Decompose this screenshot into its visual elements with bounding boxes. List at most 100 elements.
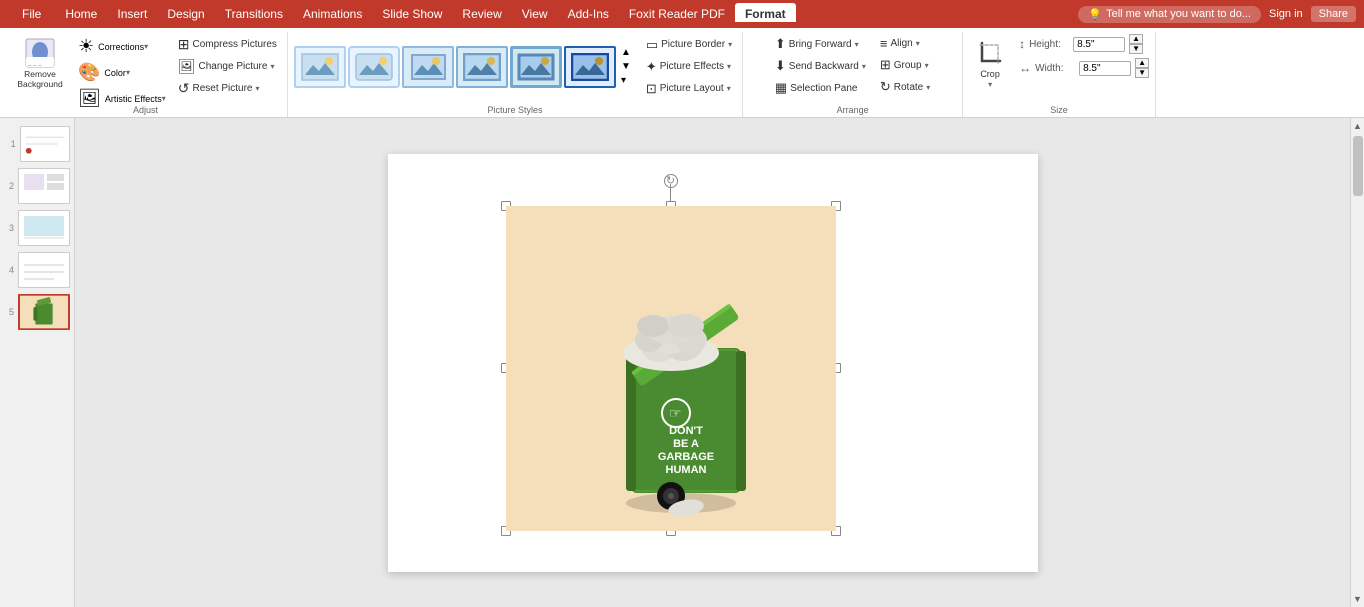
slide-thumb-4[interactable]: 4 xyxy=(4,252,70,288)
height-input[interactable] xyxy=(1073,37,1125,52)
picture-border-button[interactable]: ▭ Picture Border ▾ xyxy=(642,35,736,55)
group-dropdown[interactable]: ▾ xyxy=(925,61,929,70)
slide-canvas: ↻ xyxy=(388,154,1038,572)
menu-animations[interactable]: Animations xyxy=(293,3,372,25)
corrections-dropdown[interactable]: ▾ xyxy=(144,42,148,51)
color-button[interactable]: 🎨 Color ▾ xyxy=(74,60,170,85)
align-button[interactable]: ≡ Align ▾ xyxy=(876,34,934,53)
color-label: Color xyxy=(104,68,126,78)
picture-styles-group: ▲ ▼ ▾ ▭ Picture Border ▾ ✦ Picture Effec… xyxy=(288,32,743,117)
slide-img-3 xyxy=(18,210,70,246)
gallery-more-arrow[interactable]: ▾ xyxy=(618,74,634,87)
change-picture-dropdown[interactable]: ▾ xyxy=(270,62,274,71)
remove-background-button[interactable]: ─ ─ ─ Remove Background xyxy=(10,34,70,92)
picture-layout-icon: ⊡ xyxy=(646,81,657,97)
align-dropdown[interactable]: ▾ xyxy=(916,39,920,48)
height-spin-down[interactable]: ▼ xyxy=(1129,44,1143,54)
menu-insert[interactable]: Insert xyxy=(107,3,157,25)
crop-dropdown[interactable]: ▾ xyxy=(988,80,992,89)
slide-thumb-2[interactable]: 2 xyxy=(4,168,70,204)
scroll-up-arrow[interactable]: ▲ xyxy=(1351,118,1364,134)
share-button[interactable]: Share xyxy=(1311,6,1356,22)
slide-image: ☞ DON'T BE A GARBAGE HUMAN xyxy=(506,206,836,531)
menu-view[interactable]: View xyxy=(512,3,558,25)
lightbulb-icon: 💡 xyxy=(1088,8,1102,21)
menu-format[interactable]: Format xyxy=(735,3,796,25)
height-spin-up[interactable]: ▲ xyxy=(1129,34,1143,44)
scroll-thumb xyxy=(1353,136,1363,196)
crop-icon xyxy=(974,37,1006,69)
color-dropdown[interactable]: ▾ xyxy=(126,68,130,77)
rotate-button[interactable]: ↻ Rotate ▾ xyxy=(876,77,934,97)
menu-addins[interactable]: Add-Ins xyxy=(558,3,619,25)
bring-forward-button[interactable]: ⬆ Bring Forward ▾ xyxy=(771,34,870,54)
menu-home[interactable]: Home xyxy=(55,3,107,25)
width-icon: ↔ xyxy=(1019,61,1031,75)
picture-border-label: Picture Border xyxy=(661,39,725,50)
remove-bg-icon: ─ ─ ─ xyxy=(24,37,56,69)
crop-button[interactable]: Crop ▾ xyxy=(969,34,1011,92)
rotate-dropdown[interactable]: ▾ xyxy=(926,83,930,92)
signin-link[interactable]: Sign in xyxy=(1269,8,1303,20)
menu-items: Home Insert Design Transitions Animation… xyxy=(55,3,795,25)
width-input[interactable] xyxy=(1079,61,1131,76)
width-spin-down[interactable]: ▼ xyxy=(1135,68,1149,78)
app-body: 1 2 3 4 5 xyxy=(0,118,1364,607)
picture-effects-dropdown[interactable]: ▾ xyxy=(727,62,731,71)
svg-text:DON'T: DON'T xyxy=(669,425,703,437)
tell-me-box[interactable]: 💡 Tell me what you want to do... xyxy=(1078,6,1261,23)
menu-design[interactable]: Design xyxy=(157,3,214,25)
picture-layout-dropdown[interactable]: ▾ xyxy=(727,84,731,93)
align-icon: ≡ xyxy=(880,36,888,51)
menu-foxit[interactable]: Foxit Reader PDF xyxy=(619,3,735,25)
slide-thumb-5[interactable]: 5 xyxy=(4,294,70,330)
group-button[interactable]: ⊞ Group ▾ xyxy=(876,55,934,75)
picture-style-4[interactable] xyxy=(456,46,508,88)
scroll-down-arrow[interactable]: ▼ xyxy=(1351,591,1364,607)
file-menu[interactable]: File xyxy=(8,3,55,25)
picture-style-6-active[interactable] xyxy=(564,46,616,88)
selection-pane-icon: ▦ xyxy=(775,80,787,96)
picture-style-3[interactable] xyxy=(402,46,454,88)
gallery-down-arrow[interactable]: ▼ xyxy=(618,60,634,73)
bring-forward-dropdown[interactable]: ▾ xyxy=(855,40,859,49)
reset-dropdown[interactable]: ▾ xyxy=(256,84,260,93)
bring-forward-label: Bring Forward xyxy=(789,39,852,50)
gallery-up-arrow[interactable]: ▲ xyxy=(618,46,634,59)
compress-icon: ⊞ xyxy=(178,36,190,53)
compress-pictures-button[interactable]: ⊞ Compress Pictures xyxy=(174,34,281,55)
picture-border-dropdown[interactable]: ▾ xyxy=(728,40,732,49)
send-backward-dropdown[interactable]: ▾ xyxy=(862,62,866,71)
send-backward-button[interactable]: ⬇ Send Backward ▾ xyxy=(771,56,870,76)
artistic-dropdown[interactable]: ▾ xyxy=(162,94,166,103)
size-group: Crop ▾ ↕ Height: ▲ ▼ ↔ Width: xyxy=(963,32,1156,117)
selection-pane-button[interactable]: ▦ Selection Pane xyxy=(771,78,870,98)
arrange-label: Arrange xyxy=(837,105,869,115)
slide-thumb-3[interactable]: 3 xyxy=(4,210,70,246)
send-backward-icon: ⬇ xyxy=(775,58,786,74)
change-picture-button[interactable]: 🖼 Change Picture ▾ xyxy=(174,56,281,77)
picture-style-2[interactable] xyxy=(348,46,400,88)
slide-img-4 xyxy=(18,252,70,288)
picture-layout-button[interactable]: ⊡ Picture Layout ▾ xyxy=(642,79,736,99)
scroll-track[interactable] xyxy=(1351,134,1364,591)
picture-styles-label: Picture Styles xyxy=(487,105,542,115)
menu-slideshow[interactable]: Slide Show xyxy=(372,3,452,25)
width-spin-up[interactable]: ▲ xyxy=(1135,58,1149,68)
tell-me-text: Tell me what you want to do... xyxy=(1106,8,1251,20)
slide-num-1: 1 xyxy=(4,139,16,149)
selected-image-container[interactable]: ↻ xyxy=(506,206,836,531)
selection-pane-label: Selection Pane xyxy=(790,83,857,94)
adjust-label: Adjust xyxy=(133,105,158,115)
rotate-icon: ↻ xyxy=(880,79,891,95)
slide-thumb-1[interactable]: 1 xyxy=(4,126,70,162)
picture-effects-button[interactable]: ✦ Picture Effects ▾ xyxy=(642,57,736,77)
picture-style-5[interactable] xyxy=(510,46,562,88)
height-icon: ↕ xyxy=(1019,37,1025,51)
menu-review[interactable]: Review xyxy=(452,3,511,25)
picture-style-1[interactable] xyxy=(294,46,346,88)
reset-picture-button[interactable]: ↺ Reset Picture ▾ xyxy=(174,78,281,99)
corrections-button[interactable]: ☀ Corrections ▾ xyxy=(74,34,170,59)
menu-transitions[interactable]: Transitions xyxy=(215,3,293,25)
slide-num-5: 5 xyxy=(4,307,14,317)
